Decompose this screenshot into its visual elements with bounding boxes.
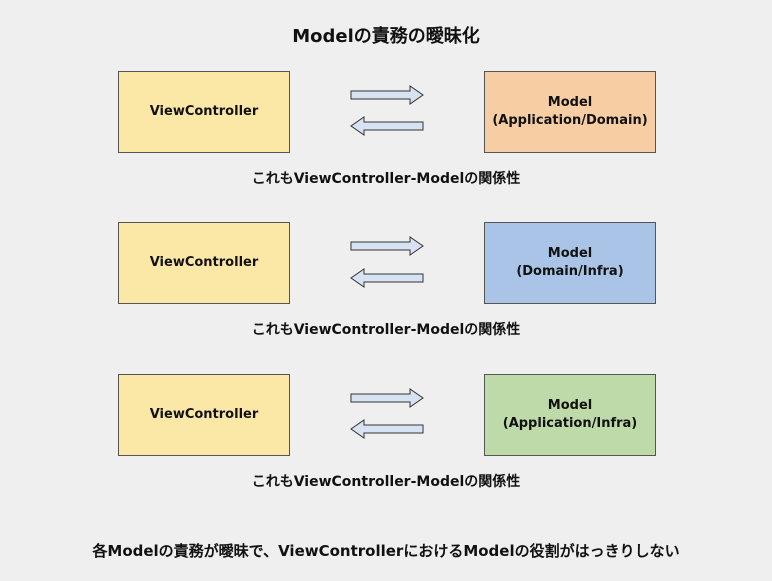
right-arrow-2 <box>350 236 424 256</box>
right-arrow-1 <box>350 85 424 105</box>
left-arrow-1 <box>350 116 424 136</box>
left-arrow-2 <box>350 268 424 288</box>
relationship-caption-2: これもViewController-Modelの関係性 <box>251 322 521 338</box>
conclusion-text: 各Modelの責務が曖昧で、ViewControllerにおけるModelの役割… <box>92 542 680 560</box>
left-arrow-3 <box>350 419 424 439</box>
viewcontroller-box-3: ViewController <box>118 374 290 456</box>
model-box-1: Model (Application/Domain) <box>484 71 656 153</box>
model-box-2: Model (Domain/Infra) <box>484 222 656 304</box>
viewcontroller-box-1: ViewController <box>118 71 290 153</box>
relationship-caption-1: これもViewController-Modelの関係性 <box>251 171 521 187</box>
diagram-title: Modelの責務の曖昧化 <box>292 26 480 47</box>
model-box-3: Model (Application/Infra) <box>484 374 656 456</box>
relationship-caption-3: これもViewController-Modelの関係性 <box>251 474 521 490</box>
viewcontroller-box-2: ViewController <box>118 222 290 304</box>
right-arrow-3 <box>350 388 424 408</box>
